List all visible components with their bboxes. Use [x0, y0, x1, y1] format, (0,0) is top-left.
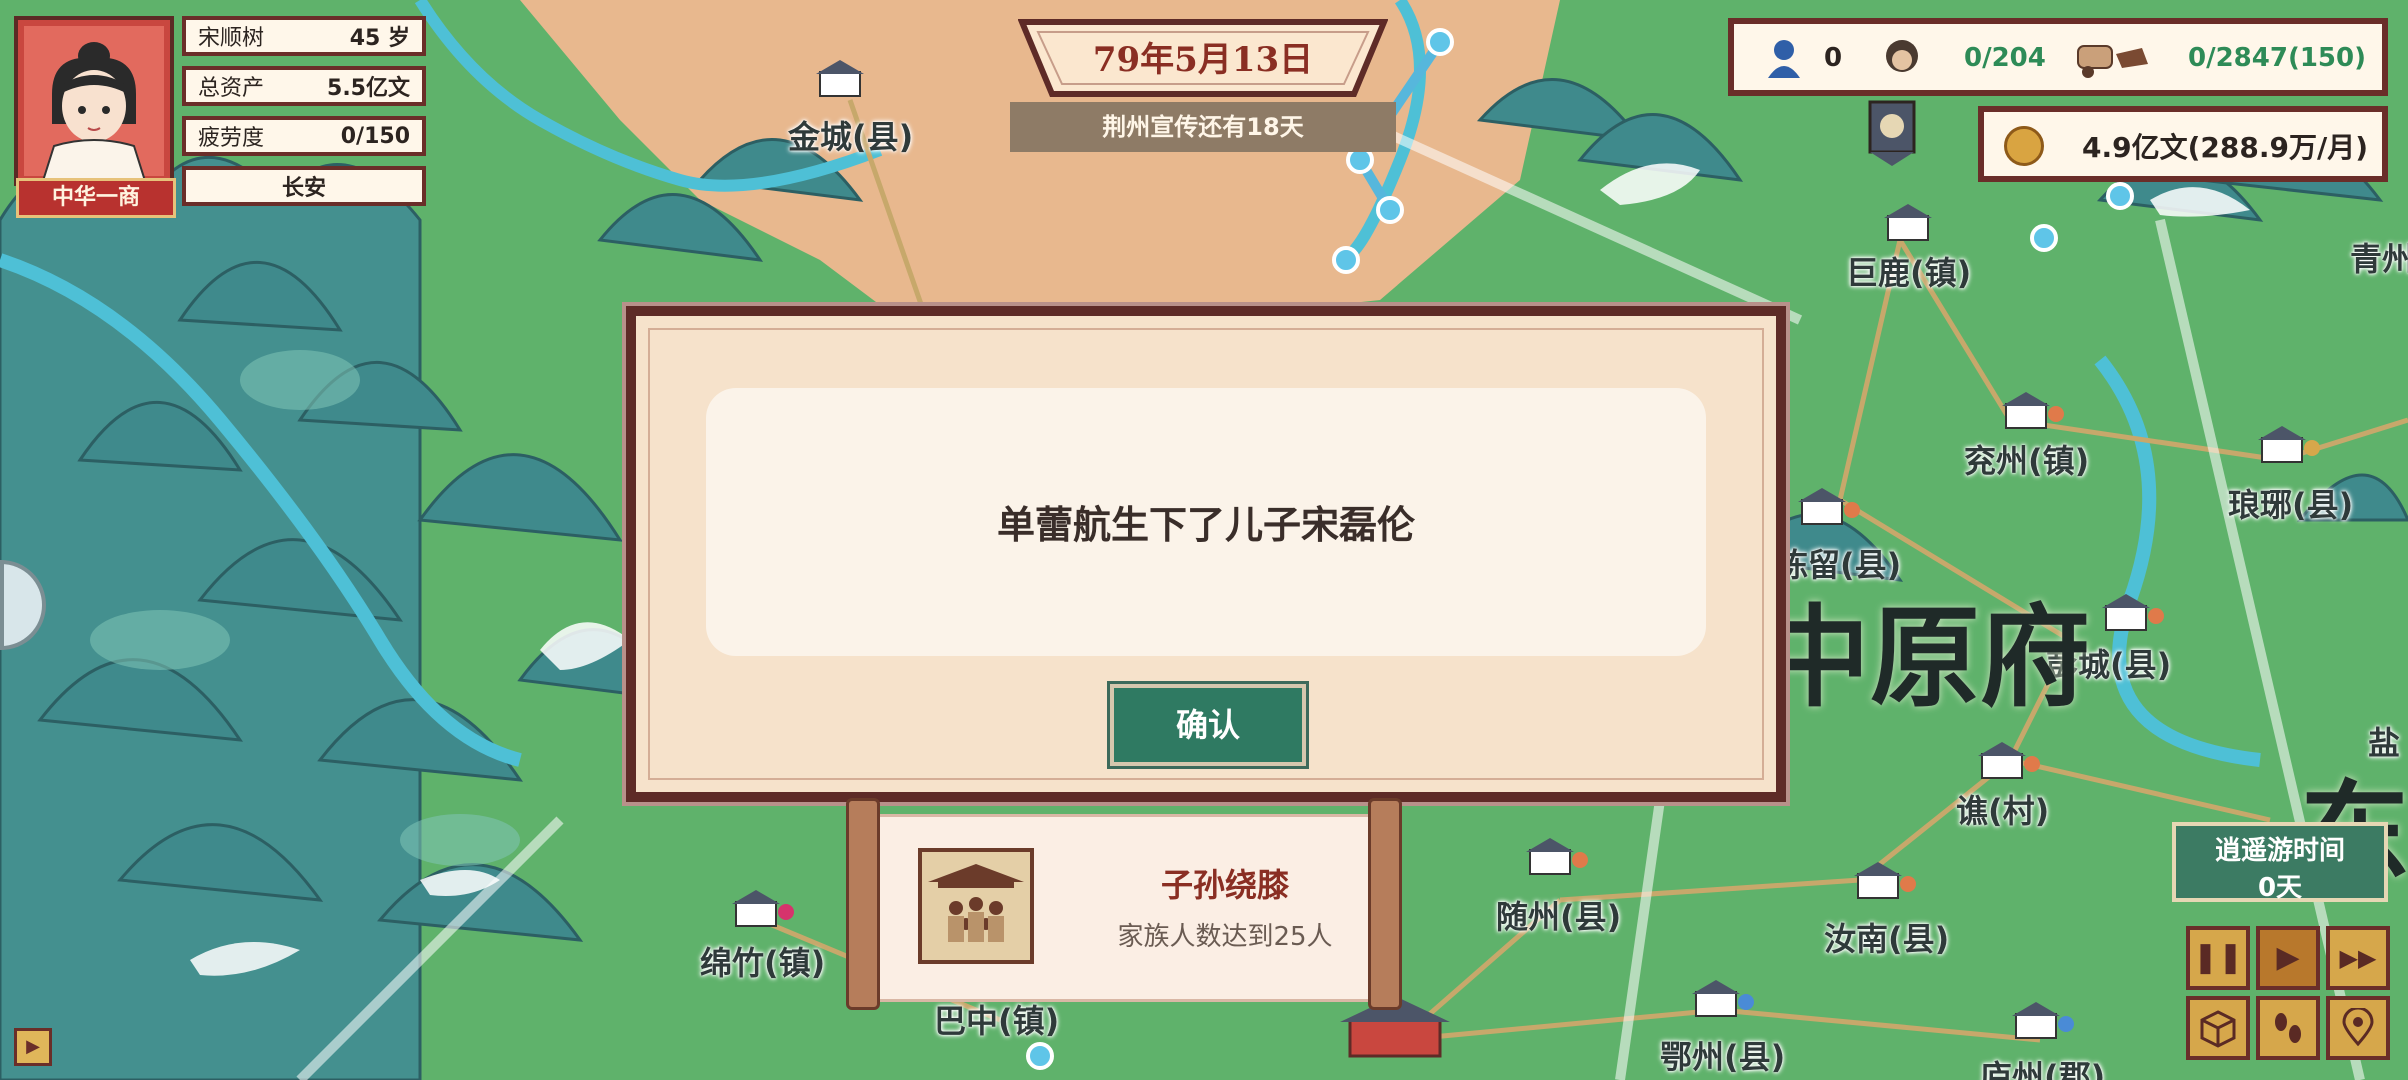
city-label-yanzhou[interactable]: 兖州(镇) — [1964, 436, 2089, 482]
resource-bar: 0 0/204 0/2847(150) — [1728, 18, 2388, 96]
free-time-panel: 逍遥游时间 0天 — [2172, 822, 2388, 903]
city-chenliu-icon[interactable] — [1796, 484, 1860, 528]
player-title-badge: 中华一商 — [16, 178, 176, 218]
city-mianzhu-icon[interactable] — [730, 886, 794, 930]
assets-value: 5.5亿文 — [327, 76, 410, 101]
city-label-suizhou[interactable]: 随州(县) — [1496, 892, 1621, 938]
city-julu-icon[interactable] — [1882, 200, 1946, 244]
avatar-portrait-icon — [41, 42, 147, 182]
achievement-title: 子孙绕膝 — [1160, 866, 1289, 904]
achievement-family-icon — [918, 848, 1034, 964]
expand-button[interactable]: ▶ — [14, 1028, 52, 1066]
city-ezhou-icon[interactable] — [1690, 976, 1754, 1020]
city-label-julu[interactable]: 巨鹿(镇) — [1846, 248, 1971, 294]
location-pin-icon — [2342, 1006, 2374, 1047]
player-panel: 中华一商 宋顺树 45 岁 总资产 5.5亿文 疲劳度 0/150 长安 — [14, 14, 426, 218]
dialog-message-box: 单蕾航生下了儿子宋磊伦 — [706, 388, 1706, 656]
city-label-langya[interactable]: 琅琊(县) — [2228, 480, 2353, 526]
assets-label: 总资产 — [198, 76, 265, 101]
worker-icon — [1886, 40, 1918, 72]
city-label-qiao[interactable]: 谯(村) — [1956, 786, 2049, 832]
coin-icon — [2004, 126, 2044, 166]
player-name-row: 宋顺树 45 岁 — [182, 16, 426, 56]
city-langya-icon[interactable] — [2256, 422, 2320, 466]
city-pengcheng-icon[interactable] — [2100, 590, 2164, 634]
play-button[interactable]: ▶ — [2256, 926, 2320, 990]
city-label-ezhou[interactable]: 鄂州(县) — [1660, 1032, 1785, 1078]
achievement-scroll[interactable]: 子孙绕膝 家族人数达到25人 — [846, 798, 1402, 1010]
city-yanzhou-icon[interactable] — [2000, 388, 2064, 432]
footsteps-button[interactable] — [2256, 996, 2320, 1060]
city-label-luzhou[interactable]: 庐州(郡) — [1980, 1052, 2105, 1080]
city-label-qingzhou[interactable]: 青州 — [2350, 234, 2408, 280]
cube-icon — [2200, 1010, 2236, 1048]
player-avatar[interactable] — [14, 16, 174, 186]
fatigue-label: 疲劳度 — [198, 126, 265, 151]
player-name: 宋顺树 — [198, 26, 265, 51]
confirm-button[interactable]: 确认 — [1110, 684, 1306, 766]
date-banner: 79年5月13日 — [1018, 18, 1388, 98]
current-location: 长安 — [281, 176, 326, 201]
map-cube-button[interactable] — [2186, 996, 2250, 1060]
caravan-count: 0/2847(150) — [2188, 43, 2366, 73]
event-dialog: 单蕾航生下了儿子宋磊伦 确认 — [626, 306, 1786, 802]
game-date: 79年5月13日 — [1092, 40, 1314, 80]
assets-row: 总资产 5.5亿文 — [182, 66, 426, 106]
player-age: 45 岁 — [349, 26, 410, 51]
scholar-icon — [1768, 40, 1800, 78]
city-runan-icon[interactable] — [1852, 858, 1916, 902]
free-time-value: 0天 — [2257, 873, 2303, 903]
city-qiao-icon[interactable] — [1976, 738, 2040, 782]
fatigue-row: 疲劳度 0/150 — [182, 116, 426, 156]
free-time-label: 逍遥游时间 — [2214, 836, 2345, 866]
city-label-mianzhu[interactable]: 绵竹(镇) — [700, 938, 825, 984]
achievement-description: 家族人数达到25人 — [1117, 922, 1333, 952]
pause-button[interactable]: ❚❚ — [2186, 926, 2250, 990]
location-pin-button[interactable] — [2326, 996, 2390, 1060]
footsteps-icon — [2275, 1013, 2301, 1043]
city-suizhou-icon[interactable] — [1524, 834, 1588, 878]
city-label-jincheng[interactable]: 金城(县) — [788, 112, 913, 158]
city-jincheng-icon[interactable] — [814, 56, 878, 100]
fatigue-value: 0/150 — [340, 123, 410, 149]
city-label-runan[interactable]: 汝南(县) — [1824, 914, 1949, 960]
scholar-count: 0 — [1824, 43, 1843, 73]
city-luzhou-icon[interactable] — [2010, 998, 2074, 1042]
money-bar: 4.9亿文(288.9万/月) — [1978, 106, 2388, 182]
money-value: 4.9亿文(288.9万/月) — [2082, 131, 2368, 164]
location-row[interactable]: 长安 — [182, 166, 426, 206]
promotion-countdown: 荆州宣传还有18天 — [1010, 102, 1396, 152]
fast-forward-button[interactable]: ▶▶ — [2326, 926, 2390, 990]
region-label-zhongyuan: 中原府 — [1760, 593, 2090, 722]
dialog-message: 单蕾航生下了儿子宋磊伦 — [996, 503, 1415, 547]
worker-count: 0/204 — [1964, 43, 2046, 73]
caravan-icon — [2077, 45, 2148, 78]
family-gathering-icon — [928, 864, 1024, 942]
scroll-rod-left — [846, 798, 880, 1010]
banner-flag-icon[interactable] — [1862, 98, 1922, 168]
